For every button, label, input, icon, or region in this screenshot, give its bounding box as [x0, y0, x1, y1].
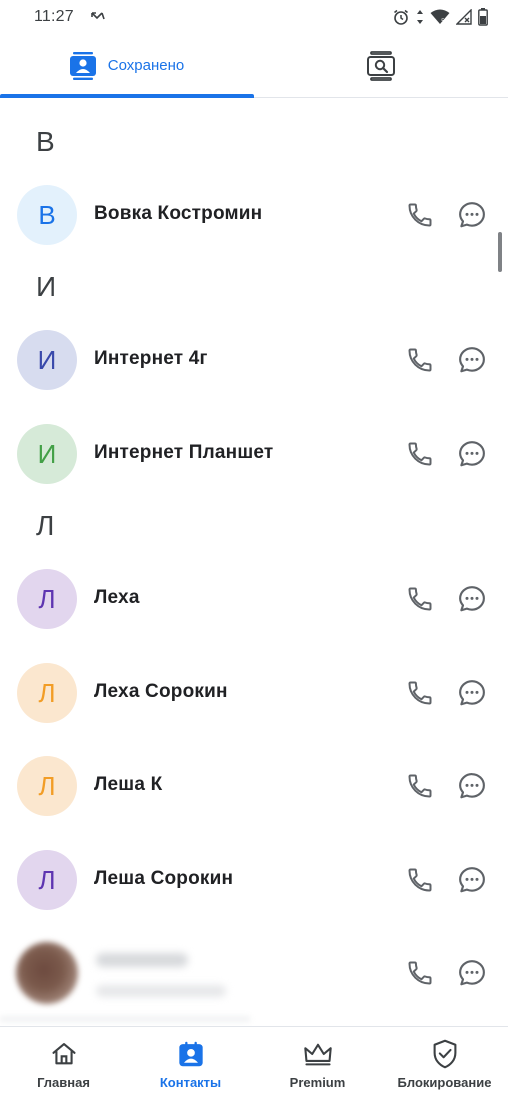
message-button[interactable] — [456, 344, 488, 376]
redacted-divider — [0, 1016, 250, 1022]
section-header-l: Л — [36, 510, 55, 541]
message-button[interactable] — [456, 199, 488, 231]
message-button[interactable] — [456, 583, 488, 615]
phone-icon — [408, 681, 432, 705]
message-icon — [459, 960, 485, 986]
status-bar: 11:27 5 — [0, 0, 508, 34]
contact-row[interactable]: И Интернет Планшет — [0, 414, 508, 494]
status-time: 11:27 — [34, 8, 74, 25]
tab-saved[interactable]: Сохранено — [0, 34, 254, 98]
tab-indicator — [0, 94, 254, 98]
avatar: Л — [17, 663, 77, 723]
contact-card-icon — [69, 51, 96, 80]
message-icon — [459, 202, 485, 228]
tab-saved-label: Сохранено — [107, 57, 185, 74]
contact-name: Леша Сорокин — [94, 868, 234, 889]
nav-blocking-label: Блокирование — [397, 1075, 492, 1090]
svg-text:5: 5 — [441, 18, 445, 25]
message-icon — [459, 773, 485, 799]
message-button[interactable] — [456, 438, 488, 470]
call-button[interactable] — [404, 770, 436, 802]
message-icon — [459, 680, 485, 706]
contact-row[interactable]: Л Леша К — [0, 746, 508, 826]
nav-home-label: Главная — [37, 1075, 90, 1090]
nav-contacts-label: Контакты — [159, 1075, 222, 1090]
contact-name: Леха Сорокин — [94, 681, 228, 702]
data-arrows-icon — [417, 10, 423, 24]
call-button[interactable] — [404, 438, 436, 470]
contact-row[interactable]: И Интернет 4г — [0, 320, 508, 400]
message-icon — [459, 586, 485, 612]
phone-icon — [408, 203, 432, 227]
message-button[interactable] — [456, 677, 488, 709]
contact-name: Интернет 4г — [94, 348, 208, 369]
contact-row[interactable]: Л Леша Сорокин — [0, 840, 508, 920]
message-icon — [459, 347, 485, 373]
message-button[interactable] — [456, 770, 488, 802]
contact-name: Леха — [94, 587, 140, 608]
message-icon — [459, 441, 485, 467]
avatar: Л — [17, 569, 77, 629]
redacted-name — [96, 953, 188, 967]
avatar: И — [17, 330, 77, 390]
alarm-icon — [394, 9, 408, 25]
section-header-v: В — [36, 126, 55, 157]
phone-icon — [408, 442, 432, 466]
contact-row[interactable]: Л Леха — [0, 559, 508, 639]
contacts-icon — [178, 1041, 203, 1067]
avatar: В — [17, 185, 77, 245]
call-button[interactable] — [404, 957, 436, 989]
message-button[interactable] — [456, 957, 488, 989]
home-icon — [51, 1043, 76, 1065]
phone-icon — [408, 587, 432, 611]
contact-row-redacted[interactable] — [0, 933, 508, 1013]
nav-blocking[interactable]: Блокирование — [381, 1027, 508, 1100]
contact-search-icon — [367, 50, 395, 81]
contact-row[interactable]: В Вовка Костромин — [0, 175, 508, 255]
call-button[interactable] — [404, 864, 436, 896]
contact-name: Интернет Планшет — [94, 442, 274, 463]
redacted-subtitle — [96, 985, 226, 997]
call-button[interactable] — [404, 677, 436, 709]
nav-home[interactable]: Главная — [0, 1027, 127, 1100]
call-button[interactable] — [404, 344, 436, 376]
crown-icon — [303, 1043, 332, 1066]
nav-contacts[interactable]: Контакты — [127, 1027, 254, 1100]
contact-name: Леша К — [94, 774, 163, 795]
avatar: Л — [17, 850, 77, 910]
contacts-tabs: Сохранено — [0, 34, 508, 98]
contact-name: Вовка Костромин — [94, 203, 263, 224]
call-button[interactable] — [404, 583, 436, 615]
message-icon — [459, 867, 485, 893]
avatar: Л — [17, 756, 77, 816]
avatar: И — [17, 424, 77, 484]
tab-search-contacts[interactable] — [254, 34, 508, 97]
call-button[interactable] — [404, 199, 436, 231]
phone-icon — [408, 774, 432, 798]
avatar-photo — [16, 942, 78, 1004]
phone-icon — [408, 348, 432, 372]
missed-call-icon — [91, 12, 105, 20]
phone-icon — [408, 961, 432, 985]
nav-premium[interactable]: Premium — [254, 1027, 381, 1100]
bottom-navigation: Главная Контакты Premium Блокирование — [0, 1026, 508, 1100]
message-button[interactable] — [456, 864, 488, 896]
shield-check-icon — [433, 1039, 456, 1069]
wifi-icon: 5 — [430, 9, 450, 25]
battery-icon — [478, 8, 488, 26]
nav-premium-label: Premium — [289, 1075, 346, 1090]
status-icons: 5 — [392, 8, 488, 26]
signal-icon — [456, 9, 472, 25]
section-header-i: И — [36, 271, 57, 302]
contact-row[interactable]: Л Леха Сорокин — [0, 653, 508, 733]
phone-icon — [408, 868, 432, 892]
